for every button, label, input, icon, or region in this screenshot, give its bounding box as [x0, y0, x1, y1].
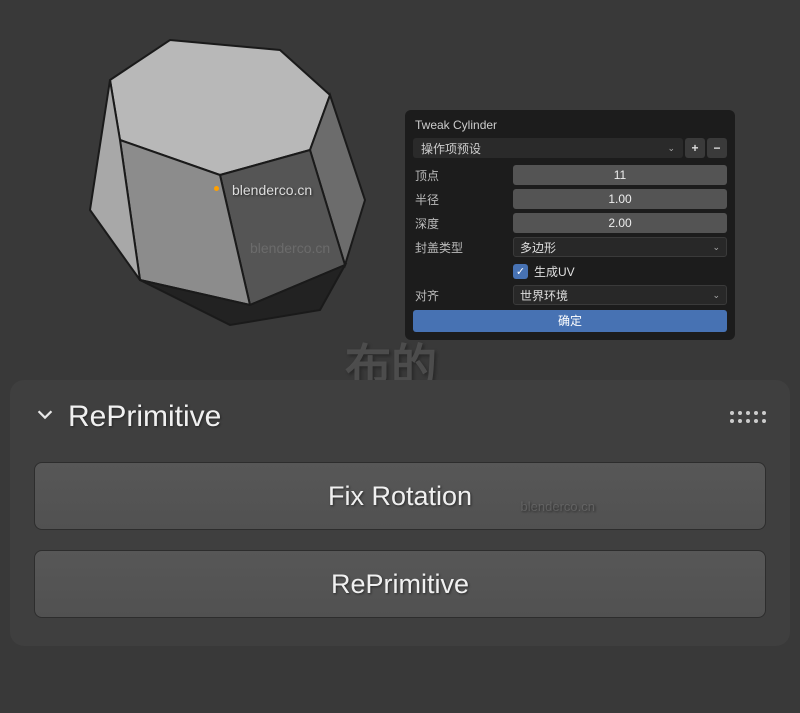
cap-type-value: 多边形	[520, 239, 556, 256]
tweak-cylinder-panel: Tweak Cylinder 操作项预设 ⌄ + − 顶点 11 半径 1.00…	[405, 110, 735, 340]
depth-label: 深度	[413, 215, 513, 232]
cylinder-mesh	[60, 20, 390, 340]
align-dropdown[interactable]: 世界环境 ⌄	[513, 285, 727, 305]
vertices-label: 顶点	[413, 167, 513, 184]
watermark-small: blenderco.cn	[521, 499, 595, 514]
cap-type-dropdown[interactable]: 多边形 ⌄	[513, 237, 727, 257]
panel-collapse-toggle[interactable]: RePrimitive	[34, 400, 221, 434]
remove-preset-button[interactable]: −	[707, 138, 727, 158]
fix-rotation-button[interactable]: Fix Rotation blenderco.cn	[34, 462, 766, 530]
preset-dropdown[interactable]: 操作项预设 ⌄	[413, 138, 683, 158]
generate-uv-label: 生成UV	[534, 263, 575, 280]
drag-handle-icon[interactable]	[730, 411, 766, 423]
radius-label: 半径	[413, 191, 513, 208]
align-value: 世界环境	[520, 287, 568, 304]
vertices-input[interactable]: 11	[513, 165, 727, 185]
depth-input[interactable]: 2.00	[513, 213, 727, 233]
watermark-small: blenderco.cn	[250, 240, 330, 256]
chevron-down-icon: ⌄	[667, 143, 675, 154]
chevron-down-icon: ⌄	[712, 242, 720, 253]
cap-type-label: 封盖类型	[413, 239, 513, 256]
check-icon: ✓	[513, 264, 528, 279]
confirm-button[interactable]: 确定	[413, 310, 727, 332]
add-preset-button[interactable]: +	[685, 138, 705, 158]
chevron-down-icon: ⌄	[712, 290, 720, 301]
origin-point	[214, 186, 219, 191]
panel-title: Tweak Cylinder	[413, 116, 727, 138]
generate-uv-checkbox[interactable]: ✓ 生成UV	[513, 263, 727, 280]
reprimitive-panel: RePrimitive Fix Rotation blenderco.cn Re…	[10, 380, 790, 646]
button-label: Fix Rotation	[328, 481, 472, 512]
radius-input[interactable]: 1.00	[513, 189, 727, 209]
align-label: 对齐	[413, 287, 513, 304]
button-label: RePrimitive	[331, 569, 469, 600]
reprimitive-button[interactable]: RePrimitive	[34, 550, 766, 618]
watermark-text: blenderco.cn	[232, 182, 312, 198]
preset-label: 操作项预设	[421, 140, 481, 157]
panel-title: RePrimitive	[68, 400, 221, 434]
chevron-down-icon	[34, 403, 56, 431]
